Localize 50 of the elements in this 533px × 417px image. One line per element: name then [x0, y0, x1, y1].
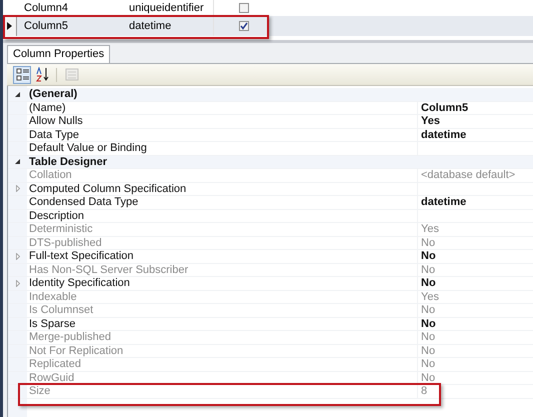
category-label: Table Designer — [28, 154, 108, 170]
collapse-triangle-icon[interactable] — [15, 159, 20, 164]
data-type-cell[interactable]: datetime — [127, 18, 213, 34]
property-value[interactable]: datetime — [421, 194, 466, 210]
data-type-cell[interactable]: uniqueidentifier — [127, 0, 213, 16]
property-name: RowGuid — [28, 370, 76, 386]
property-name: Data Type — [28, 128, 80, 142]
property-name: Not For Replication — [28, 344, 124, 358]
property-name: Indexable — [28, 290, 78, 304]
property-name: Replicated — [28, 357, 82, 372]
categorized-button[interactable] — [13, 66, 31, 84]
property-value[interactable]: Column5 — [421, 100, 468, 116]
expand-triangle-icon[interactable] — [16, 252, 20, 260]
property-value[interactable]: datetime — [421, 126, 466, 143]
property-name: Deterministic — [28, 222, 94, 237]
property-name: Condensed Data Type — [28, 195, 140, 210]
property-name: Identity Specification — [28, 276, 131, 291]
property-name: Is Columnset — [28, 303, 94, 318]
property-value[interactable]: No — [421, 248, 436, 264]
property-name: Size — [28, 384, 52, 399]
categorized-icon — [14, 67, 30, 82]
expand-triangle-icon[interactable] — [16, 185, 20, 192]
sort-alphabetical-button[interactable] — [33, 66, 51, 84]
property-name: Default Value or Binding — [28, 141, 148, 156]
property-pages-icon — [64, 67, 78, 82]
property-name: DTS-published — [28, 236, 103, 250]
sort-alphabetical-icon — [34, 67, 50, 82]
property-value[interactable]: Yes — [421, 113, 440, 130]
expand-triangle-icon[interactable] — [16, 280, 20, 287]
property-name: Full-text Specification — [28, 249, 135, 264]
allow-nulls-checkbox[interactable] — [238, 21, 248, 31]
allow-nulls-checkbox[interactable] — [238, 3, 248, 13]
property-name: Merge-published — [28, 330, 112, 345]
row-indicator-icon — [7, 22, 12, 30]
category-header[interactable]: (General) — [8, 88, 533, 102]
category-label: (General) — [28, 87, 78, 102]
category-header[interactable]: Table Designer — [8, 156, 533, 169]
property-name: Is Sparse — [28, 316, 76, 332]
property-name: Allow Nulls — [28, 114, 84, 129]
property-name: (Name) — [28, 100, 67, 116]
properties-tab[interactable]: Column Properties — [7, 45, 110, 63]
property-name: Collation — [28, 168, 73, 183]
property-value[interactable]: No — [421, 275, 436, 292]
collapse-triangle-icon[interactable] — [15, 92, 20, 97]
property-name: Description — [28, 208, 86, 224]
property-value[interactable]: No — [421, 316, 436, 332]
column-name-cell[interactable]: Column4 — [17, 0, 127, 16]
property-name: Has Non-SQL Server Subscriber — [28, 262, 190, 278]
property-name: Computed Column Specification — [28, 182, 188, 196]
column-name-cell[interactable]: Column5 — [17, 18, 127, 34]
